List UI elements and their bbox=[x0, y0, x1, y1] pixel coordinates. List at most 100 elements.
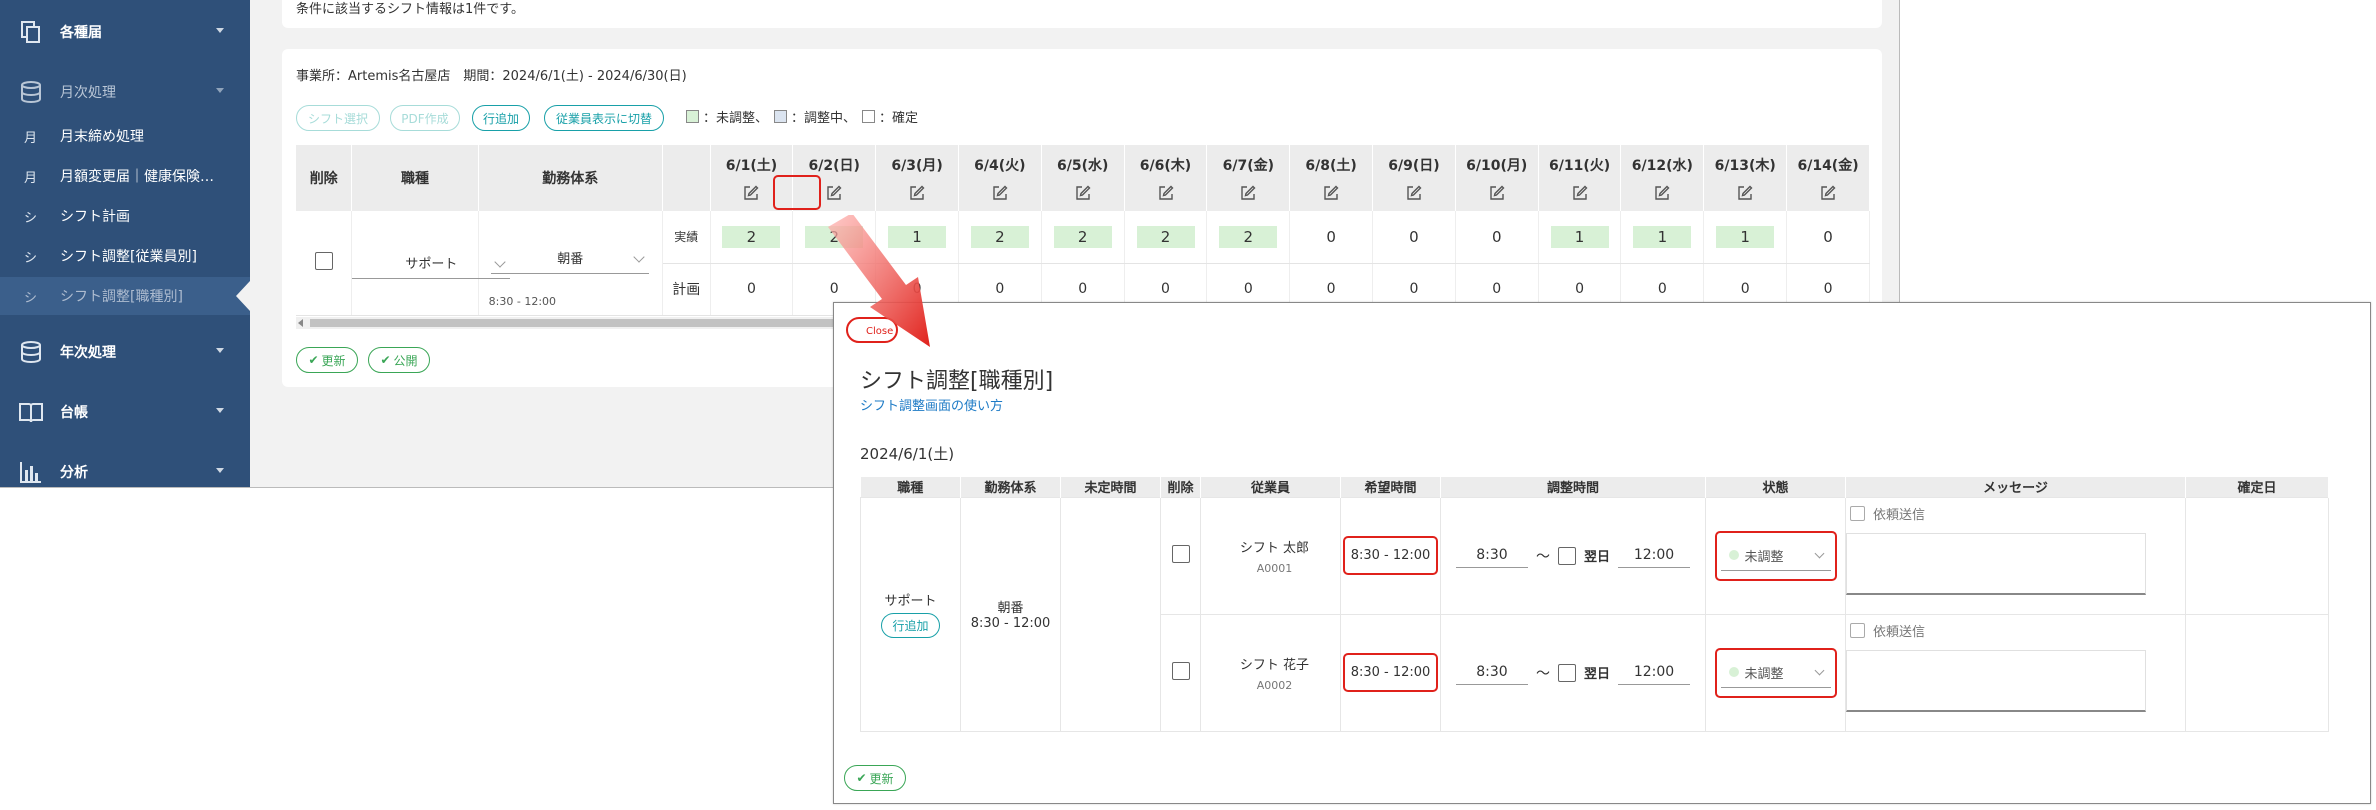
actual-value: 2 bbox=[1053, 225, 1112, 248]
help-link[interactable]: シフト調整画面の使い方 bbox=[860, 395, 1003, 414]
actual-cell[interactable]: 0 bbox=[1786, 211, 1870, 264]
delete-checkbox[interactable] bbox=[314, 251, 333, 270]
scroll-left-icon[interactable] bbox=[298, 319, 303, 327]
work-system-select[interactable]: 朝番 bbox=[491, 242, 650, 275]
sidebar-group-analysis[interactable]: 分析 bbox=[0, 450, 250, 487]
edit-icon[interactable] bbox=[826, 185, 842, 201]
actual-cell[interactable]: 2 bbox=[1206, 211, 1291, 264]
actual-cell[interactable]: 2 bbox=[958, 211, 1042, 264]
shift-select-button[interactable]: シフト選択 bbox=[296, 105, 380, 131]
dialog-update-label: 更新 bbox=[869, 771, 894, 786]
header-delete: 削除 bbox=[1160, 477, 1201, 497]
adjust-time-cell: 8:30 ～ 翌日 12:00 bbox=[1440, 613, 1706, 732]
confirm-date-cell bbox=[2185, 613, 2329, 732]
state-select[interactable]: 未調整 bbox=[1720, 658, 1831, 688]
edit-icon[interactable] bbox=[1323, 185, 1339, 201]
actual-cell[interactable]: 0 bbox=[1289, 211, 1374, 264]
column-header-date: 6/7(金) bbox=[1206, 145, 1291, 211]
message-textarea[interactable] bbox=[1846, 532, 2146, 595]
actual-cell[interactable]: 1 bbox=[1538, 211, 1622, 264]
sidebar-item-month-end[interactable]: 月 月末締め処理 bbox=[0, 117, 250, 155]
delete-cell bbox=[1160, 496, 1201, 615]
edit-icon[interactable] bbox=[743, 185, 759, 201]
next-day-checkbox[interactable] bbox=[1557, 663, 1576, 682]
start-time-input[interactable]: 8:30 bbox=[1455, 543, 1528, 568]
actual-cell[interactable]: 2 bbox=[1041, 211, 1125, 264]
edit-icon[interactable] bbox=[1240, 185, 1256, 201]
database-icon bbox=[18, 339, 44, 365]
edit-icon[interactable] bbox=[1075, 185, 1091, 201]
actual-cell[interactable]: 0 bbox=[1372, 211, 1456, 264]
update-button[interactable]: ✔ 更新 bbox=[296, 347, 358, 373]
sidebar-group-yearly[interactable]: 年次処理 bbox=[0, 330, 250, 374]
sidebar-item-monthly-change[interactable]: 月 月額変更届｜健康保険… bbox=[0, 157, 250, 195]
message-textarea[interactable] bbox=[1846, 649, 2146, 712]
edit-icon[interactable] bbox=[1406, 185, 1422, 201]
sidebar-item-shift-plan[interactable]: シ シフト計画 bbox=[0, 197, 250, 235]
work-system-text: 朝番 bbox=[997, 601, 1024, 616]
edit-icon[interactable] bbox=[909, 185, 925, 201]
bar-chart-icon bbox=[18, 459, 44, 485]
state-cell: 未調整 bbox=[1705, 496, 1846, 615]
sidebar: 各種届 月次処理 月 月末締め処理 月 月額変更届｜健康保険… シ シフト計画 … bbox=[0, 0, 250, 487]
edit-icon[interactable] bbox=[1820, 185, 1836, 201]
sidebar-item-label: 月額変更届｜健康保険… bbox=[60, 169, 214, 185]
edit-icon[interactable] bbox=[1158, 185, 1174, 201]
dialog-update-button[interactable]: ✔ 更新 bbox=[844, 765, 906, 791]
legend-label: ：未調整、 bbox=[703, 111, 769, 126]
actual-value: 0 bbox=[1409, 227, 1419, 246]
sidebar-item-initial: 月 bbox=[24, 170, 38, 186]
sidebar-group-monthly[interactable]: 月次処理 bbox=[0, 70, 250, 114]
actual-cell[interactable]: 2 bbox=[710, 211, 794, 264]
wish-time-cell: 8:30 - 12:00 bbox=[1340, 613, 1441, 732]
delete-cell bbox=[1160, 613, 1201, 732]
actual-label: 実績 bbox=[662, 211, 711, 264]
edit-icon[interactable] bbox=[1654, 185, 1670, 201]
add-row-button[interactable]: 行追加 bbox=[472, 105, 530, 131]
sidebar-group-ledger[interactable]: 台帳 bbox=[0, 390, 250, 434]
request-send-checkbox[interactable] bbox=[1850, 622, 1865, 638]
callout-arrow-icon bbox=[828, 215, 930, 347]
header-confirm-date: 確定日 bbox=[2185, 477, 2329, 497]
date-label: 6/14(金) bbox=[1797, 158, 1859, 174]
delete-checkbox[interactable] bbox=[1171, 661, 1190, 680]
next-day-checkbox[interactable] bbox=[1557, 546, 1576, 565]
actual-cell[interactable]: 0 bbox=[1455, 211, 1539, 264]
pdf-button[interactable]: PDF作成 bbox=[390, 105, 460, 131]
status-dot-icon bbox=[1728, 550, 1739, 560]
date-label: 6/12(水) bbox=[1631, 158, 1693, 174]
publish-button[interactable]: ✔ 公開 bbox=[368, 347, 430, 373]
end-time-input[interactable]: 12:00 bbox=[1618, 543, 1690, 568]
delete-checkbox[interactable] bbox=[1171, 544, 1190, 563]
edit-icon[interactable] bbox=[1572, 185, 1588, 201]
status-dot-icon bbox=[1728, 667, 1739, 677]
sidebar-item-shift-by-job[interactable]: シ シフト調整[職種別] bbox=[0, 277, 250, 315]
start-time-input[interactable]: 8:30 bbox=[1455, 660, 1528, 685]
sidebar-group-label: 月次処理 bbox=[60, 85, 116, 101]
actual-value: 1 bbox=[1716, 225, 1775, 248]
edit-icon[interactable] bbox=[1489, 185, 1505, 201]
edit-icon[interactable] bbox=[1737, 185, 1753, 201]
actual-cell[interactable]: 1 bbox=[1620, 211, 1705, 264]
actual-cell[interactable]: 1 bbox=[1703, 211, 1788, 264]
actual-value: 2 bbox=[1219, 225, 1278, 248]
actual-cell[interactable]: 2 bbox=[1124, 211, 1208, 264]
scrollbar-thumb[interactable] bbox=[310, 319, 870, 327]
sidebar-item-label: 月末締め処理 bbox=[60, 129, 144, 145]
column-header-date: 6/13(木) bbox=[1703, 145, 1788, 211]
sidebar-group-label: 各種届 bbox=[60, 25, 102, 41]
request-send-checkbox[interactable] bbox=[1850, 505, 1865, 521]
wish-time-value: 8:30 - 12:00 bbox=[1342, 536, 1439, 575]
adjust-table: 職種 勤務体系 未定時間 削除 従業員 希望時間 調整時間 状態 メッセージ 確… bbox=[860, 477, 2329, 732]
switch-employee-view-button[interactable]: 従業員表示に切替 bbox=[544, 105, 664, 131]
grid-header-row: 削除 職種 勤務体系 6/1(土) 6/2(日) 6/3(月) 6/4(火) 6… bbox=[296, 145, 1870, 211]
actual-value: 0 bbox=[1491, 227, 1502, 246]
sidebar-group-forms[interactable]: 各種届 bbox=[0, 10, 250, 54]
add-row-button[interactable]: 行追加 bbox=[881, 613, 940, 638]
next-day-label: 翌日 bbox=[1583, 550, 1610, 565]
state-select[interactable]: 未調整 bbox=[1720, 541, 1831, 571]
header-wish-time: 希望時間 bbox=[1340, 477, 1441, 497]
edit-icon[interactable] bbox=[992, 185, 1008, 201]
sidebar-item-shift-by-employee[interactable]: シ シフト調整[従業員別] bbox=[0, 237, 250, 275]
end-time-input[interactable]: 12:00 bbox=[1618, 660, 1690, 685]
